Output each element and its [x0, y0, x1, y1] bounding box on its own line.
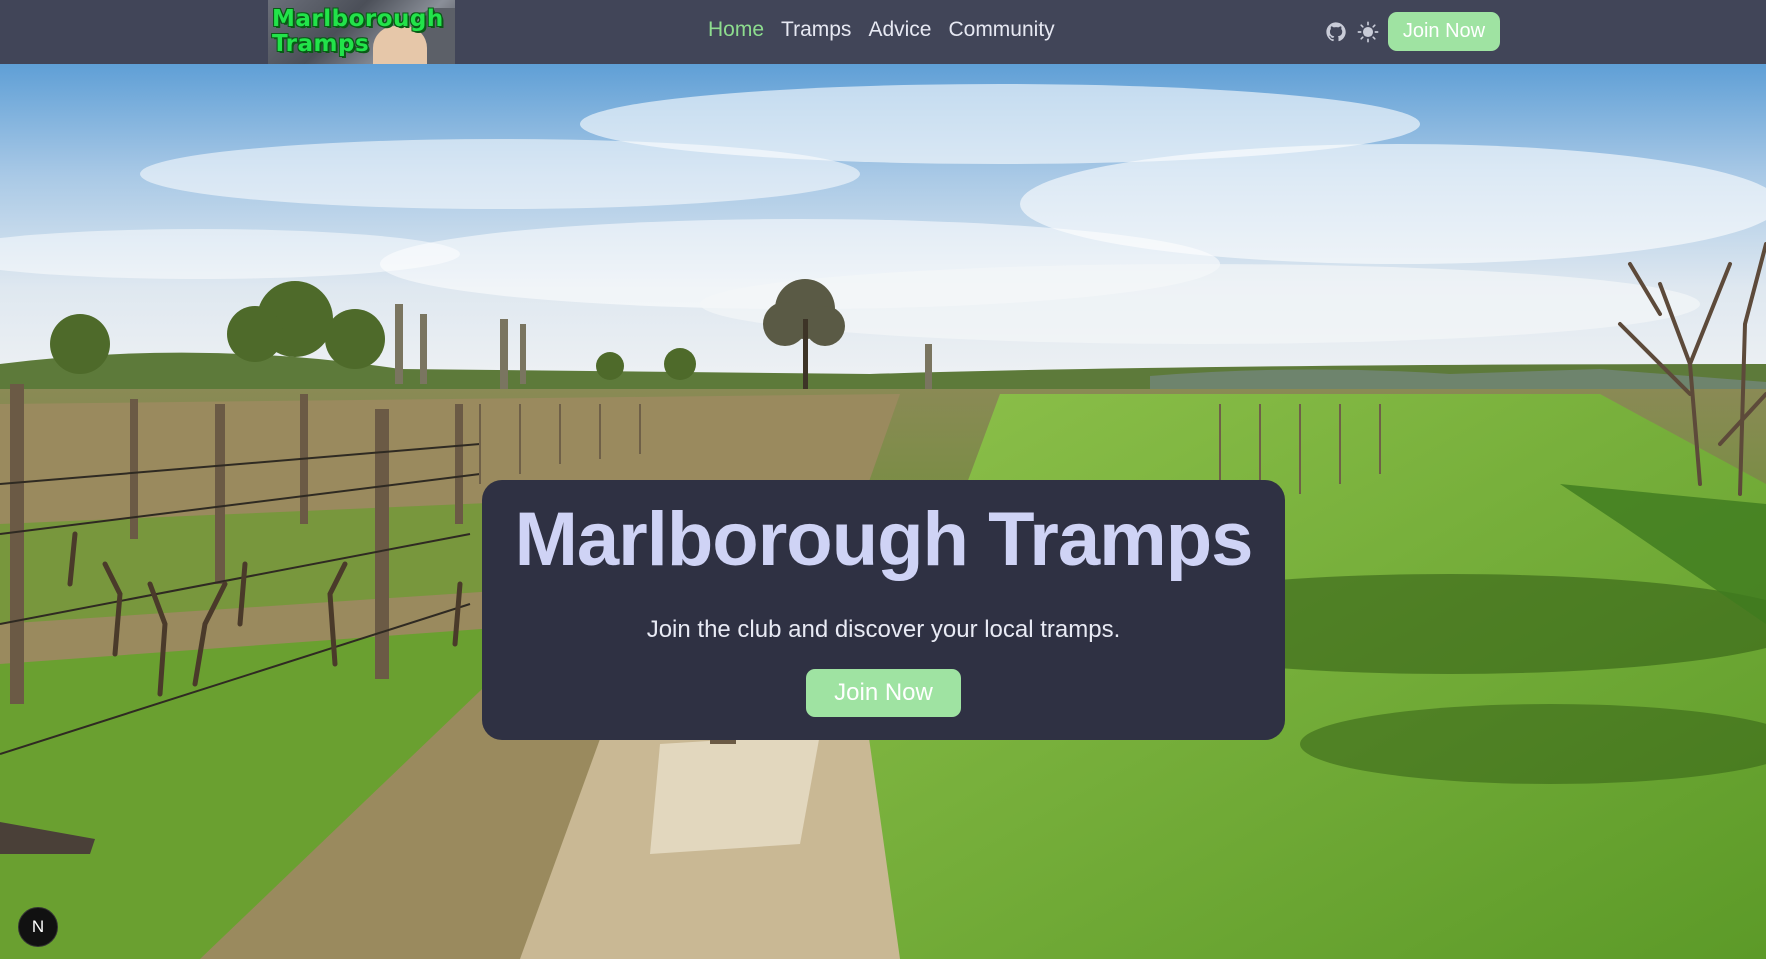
hero-join-now-button[interactable]: Join Now [806, 669, 961, 717]
logo-text-line1: Marlborough [272, 6, 444, 32]
nextjs-badge[interactable]: N [18, 907, 58, 947]
nav-link-community[interactable]: Community [948, 18, 1054, 42]
github-icon[interactable] [1325, 21, 1347, 43]
navbar: Marlborough Tramps Home Tramps Advice Co… [0, 0, 1766, 64]
nav-join-now-button[interactable]: Join Now [1388, 12, 1500, 51]
hero-subtitle: Join the club and discover your local tr… [646, 616, 1121, 643]
nav-links: Home Tramps Advice Community [708, 18, 1055, 42]
hero-card: Marlborough Tramps Join the club and dis… [482, 480, 1285, 740]
hero-section: Marlborough Tramps Join the club and dis… [0, 64, 1766, 959]
hero-title: Marlborough Tramps [514, 497, 1254, 582]
nav-link-home[interactable]: Home [708, 18, 764, 42]
nav-link-advice[interactable]: Advice [868, 18, 931, 42]
theme-toggle-icon[interactable] [1357, 21, 1379, 43]
site-logo[interactable]: Marlborough Tramps [268, 0, 455, 64]
nav-link-tramps[interactable]: Tramps [781, 18, 851, 42]
logo-text-line2: Tramps [272, 31, 370, 57]
